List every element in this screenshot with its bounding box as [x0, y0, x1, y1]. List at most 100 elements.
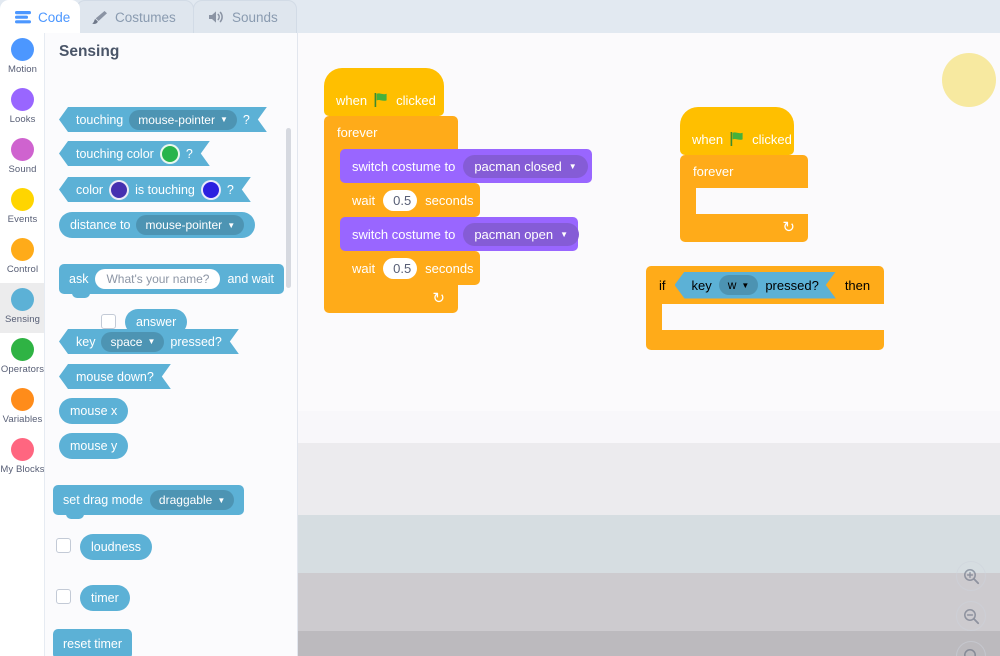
timer-monitor-checkbox[interactable] — [56, 589, 71, 604]
dropdown-value: mouse-pointer — [145, 218, 223, 232]
block-label-pre: wait — [352, 192, 376, 208]
if-label-post: then — [844, 277, 871, 293]
if-block-footer — [646, 330, 884, 350]
code-icon — [15, 10, 31, 24]
key-dropdown[interactable]: w ▼ — [719, 275, 759, 295]
category-operators[interactable]: Operators — [0, 333, 45, 383]
block-switch-costume-closed[interactable]: switch costume to pacman closed ▼ — [340, 149, 592, 183]
hat-when-flag-clicked[interactable]: when clicked — [680, 107, 794, 155]
costume-dropdown[interactable]: pacman open ▼ — [463, 222, 580, 246]
wait-seconds-input[interactable]: 0.5 — [383, 257, 418, 279]
zoom-in-button[interactable] — [956, 561, 986, 591]
if-block-header[interactable]: if key w ▼ pressed? then — [646, 266, 884, 304]
workspace-band — [298, 631, 1000, 656]
hat-when-flag-clicked[interactable]: when clicked — [324, 68, 444, 116]
chevron-down-icon: ▼ — [219, 115, 228, 124]
script-movement[interactable]: when clicked forever ↻ — [680, 107, 808, 242]
block-label-pre: wait — [352, 260, 376, 276]
category-label: Control — [6, 264, 39, 275]
editor-tab-bar: Code Costumes Sounds — [0, 0, 1000, 33]
block-reset-timer[interactable]: reset timer — [53, 629, 133, 656]
block-mouse-x[interactable]: mouse x — [59, 398, 129, 424]
touching-object-dropdown[interactable]: mouse-pointer ▼ — [129, 110, 237, 130]
block-label-post: ? — [242, 112, 250, 127]
category-color-dot — [11, 388, 34, 411]
workspace-band — [298, 515, 1000, 573]
block-timer[interactable]: timer — [80, 585, 130, 611]
loop-arrow-icon: ↻ — [432, 290, 445, 307]
green-flag-icon — [730, 132, 745, 147]
block-mouse-down[interactable]: mouse down? — [59, 364, 171, 389]
block-label: mouse down? — [76, 369, 154, 384]
distance-to-dropdown[interactable]: mouse-pointer ▼ — [136, 215, 245, 235]
block-ask-and-wait[interactable]: ask What's your name? and wait — [59, 264, 285, 298]
loudness-monitor-checkbox[interactable] — [56, 538, 71, 553]
category-motion[interactable]: Motion — [0, 33, 44, 83]
category-my-blocks[interactable]: My Blocks — [0, 433, 44, 483]
category-variables[interactable]: Variables — [0, 383, 44, 433]
category-looks[interactable]: Looks — [0, 83, 44, 133]
pacman-sprite-watermark — [942, 53, 996, 107]
brush-icon — [91, 10, 108, 25]
category-sensing[interactable]: Sensing — [0, 283, 44, 333]
color-swatch-green[interactable] — [160, 144, 180, 164]
block-label: mouse y — [70, 439, 118, 453]
chevron-down-icon: ▼ — [147, 337, 156, 346]
tab-sounds[interactable]: Sounds — [193, 0, 297, 33]
loop-arrow-icon: ↻ — [782, 219, 795, 236]
if-block-empty-slot[interactable] — [646, 304, 662, 330]
category-events[interactable]: Events — [0, 183, 44, 233]
block-touching-object[interactable]: touching mouse-pointer ▼ ? — [59, 107, 267, 132]
block-label: answer — [136, 315, 177, 329]
block-mouse-y[interactable]: mouse y — [59, 433, 129, 459]
chevron-down-icon: ▼ — [217, 495, 226, 505]
c-block-forever[interactable]: forever switch costume to pacman closed … — [324, 116, 592, 313]
block-key-pressed[interactable]: key space ▼ pressed? — [59, 329, 239, 354]
tab-sounds-label: Sounds — [232, 9, 278, 25]
block-key-w-pressed[interactable]: key w ▼ pressed? — [675, 272, 836, 299]
block-distance-to[interactable]: distance to mouse-pointer ▼ — [59, 212, 256, 238]
tab-code[interactable]: Code — [0, 0, 80, 33]
zoom-out-icon — [963, 608, 980, 625]
block-label: reset timer — [63, 637, 123, 651]
drag-mode-dropdown[interactable]: draggable ▼ — [149, 490, 235, 510]
category-label: Operators — [0, 364, 45, 375]
category-control[interactable]: Control — [0, 233, 44, 283]
block-label-post: pressed? — [765, 277, 819, 293]
dropdown-value: draggable — [158, 493, 213, 507]
block-touching-color[interactable]: touching color ? — [59, 141, 210, 166]
chevron-down-icon: ▼ — [227, 220, 236, 230]
script-key-check[interactable]: if key w ▼ pressed? then — [646, 266, 884, 350]
block-switch-costume-open[interactable]: switch costume to pacman open ▼ — [340, 217, 580, 251]
block-color-is-touching-color[interactable]: color is touching ? — [59, 177, 251, 202]
dropdown-value: pacman open — [474, 226, 554, 242]
palette-scrollbar[interactable] — [286, 128, 291, 288]
block-label-pre: key — [76, 334, 96, 349]
ask-question-input[interactable]: What's your name? — [95, 269, 221, 289]
script-pacman-animation[interactable]: when clicked forever switch costume to p… — [324, 68, 592, 313]
category-color-dot — [11, 238, 34, 261]
answer-monitor-checkbox[interactable] — [101, 314, 116, 329]
script-workspace[interactable]: when clicked forever switch costume to p… — [298, 33, 1000, 656]
forever-empty-slot[interactable] — [696, 188, 808, 214]
category-color-dot — [11, 138, 34, 161]
block-wait-1[interactable]: wait 0.5 seconds — [340, 183, 480, 217]
block-set-drag-mode[interactable]: set drag mode draggable ▼ — [53, 485, 245, 519]
category-sound[interactable]: Sound — [0, 133, 44, 183]
block-label-post: pressed? — [170, 334, 222, 349]
if-label-pre: if — [659, 277, 666, 293]
key-dropdown[interactable]: space ▼ — [101, 332, 164, 352]
category-color-dot — [11, 188, 34, 211]
costume-dropdown[interactable]: pacman closed ▼ — [463, 154, 588, 178]
block-loudness[interactable]: loudness — [80, 534, 153, 560]
color-swatch-b[interactable] — [201, 180, 221, 200]
wait-seconds-input[interactable]: 0.5 — [383, 189, 418, 211]
color-swatch-a[interactable] — [109, 180, 129, 200]
tab-costumes-label: Costumes — [115, 9, 176, 25]
block-palette[interactable]: Sensing touching mouse-pointer ▼ ? touch… — [45, 33, 298, 656]
tab-costumes[interactable]: Costumes — [76, 0, 194, 33]
zoom-out-button[interactable] — [956, 601, 986, 631]
category-sidebar: Motion Looks Sound Events Control Sensin… — [0, 33, 45, 656]
block-wait-2[interactable]: wait 0.5 seconds — [340, 251, 480, 285]
c-block-forever[interactable]: forever ↻ — [680, 155, 808, 242]
